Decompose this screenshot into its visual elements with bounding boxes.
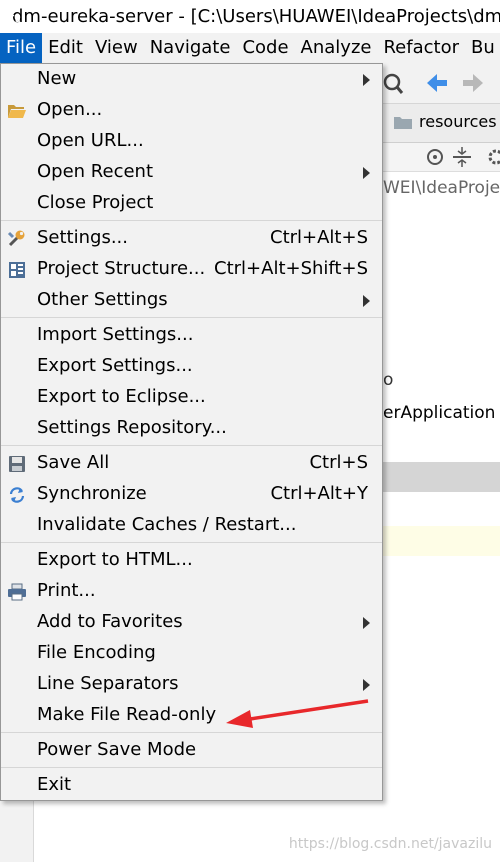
gear-icon: [488, 149, 500, 165]
window-title: dm-eureka-server - [C:\Users\HUAWEI\Idea…: [12, 6, 500, 27]
menu-bar: File Edit View Navigate Code Analyze Ref…: [0, 33, 500, 63]
menu-separator: [1, 542, 382, 543]
menu-separator: [1, 445, 382, 446]
menu-item-open[interactable]: Open...: [1, 95, 382, 126]
menu-item-export-to-html[interactable]: Export to HTML...: [1, 545, 382, 576]
menu-file[interactable]: File: [0, 33, 43, 63]
menu-item-import-settings[interactable]: Import Settings...: [1, 320, 382, 351]
tab-resources[interactable]: resources: [393, 112, 497, 131]
code-fragment: o: [383, 370, 394, 390]
code-fragment-class: erApplication: [383, 403, 496, 423]
tab-label: resources: [419, 112, 497, 131]
menu-item-open-url[interactable]: Open URL...: [1, 126, 382, 157]
menu-item-synchronize[interactable]: Synchronize Ctrl+Alt+Y: [1, 479, 382, 510]
menu-refactor[interactable]: Refactor: [377, 33, 465, 63]
project-structure-icon: [9, 262, 25, 278]
menu-item-project-structure[interactable]: Project Structure... Ctrl+Alt+Shift+S: [1, 254, 382, 285]
selected-line: [383, 462, 500, 492]
menu-separator: [1, 317, 382, 318]
menu-item-add-to-favorites[interactable]: Add to Favorites: [1, 607, 382, 638]
collapse-icon: [453, 147, 471, 167]
panel-icons: [427, 147, 500, 167]
menu-item-line-separators[interactable]: Line Separators: [1, 669, 382, 700]
ide-toolbar: [383, 63, 500, 104]
menu-item-new[interactable]: New: [1, 64, 382, 95]
menu-item-power-save-mode[interactable]: Power Save Mode: [1, 735, 382, 766]
menu-navigate[interactable]: Navigate: [144, 33, 237, 63]
title-bar: IJ dm-eureka-server - [C:\Users\HUAWEI\I…: [0, 0, 500, 33]
project-path: WEI\IdeaProje: [383, 178, 500, 198]
wrench-icon: [7, 230, 25, 247]
file-menu-dropdown: New Open... Open URL... Open Recent Clos…: [0, 63, 383, 801]
forward-arrow-icon: [463, 74, 483, 92]
menu-item-save-all[interactable]: Save All Ctrl+S: [1, 448, 382, 479]
folder-icon: [8, 105, 26, 118]
annotation-arrow-icon: [226, 699, 369, 728]
menu-build[interactable]: Bu: [465, 33, 500, 63]
locate-icon: [427, 149, 443, 165]
project-panel-toolbar: [383, 143, 500, 172]
menu-item-invalidate-caches[interactable]: Invalidate Caches / Restart...: [1, 510, 382, 541]
menu-item-exit[interactable]: Exit: [1, 770, 382, 801]
watermark: https://blog.csdn.net/javazilu: [288, 836, 492, 852]
submenu-arrow-icon: [363, 167, 370, 179]
search-icon: [383, 73, 404, 94]
editor-tabs: resources: [383, 104, 500, 143]
submenu-arrow-icon: [363, 74, 370, 86]
toolbar-icons: [383, 73, 483, 94]
menu-item-export-settings[interactable]: Export Settings...: [1, 351, 382, 382]
menu-separator: [1, 767, 382, 768]
submenu-arrow-icon: [363, 679, 370, 691]
printer-icon: [8, 583, 26, 601]
menu-edit[interactable]: Edit: [42, 33, 89, 63]
menu-item-open-recent[interactable]: Open Recent: [1, 157, 382, 188]
menu-separator: [1, 220, 382, 221]
menu-item-settings[interactable]: Settings... Ctrl+Alt+S: [1, 223, 382, 254]
submenu-arrow-icon: [363, 617, 370, 629]
back-arrow-icon: [427, 74, 447, 92]
sync-icon: [9, 487, 25, 503]
menu-item-other-settings[interactable]: Other Settings: [1, 285, 382, 316]
menu-view[interactable]: View: [89, 33, 144, 63]
menu-item-print[interactable]: Print...: [1, 576, 382, 607]
caret-line: [383, 526, 500, 556]
menu-code[interactable]: Code: [236, 33, 294, 63]
folder-icon: [394, 116, 412, 129]
menu-analyze[interactable]: Analyze: [295, 33, 378, 63]
menu-item-close-project[interactable]: Close Project: [1, 188, 382, 219]
menu-item-settings-repository[interactable]: Settings Repository...: [1, 413, 382, 444]
save-icon: [9, 456, 25, 472]
menu-item-file-encoding[interactable]: File Encoding: [1, 638, 382, 669]
menu-item-export-to-eclipse[interactable]: Export to Eclipse...: [1, 382, 382, 413]
submenu-arrow-icon: [363, 295, 370, 307]
